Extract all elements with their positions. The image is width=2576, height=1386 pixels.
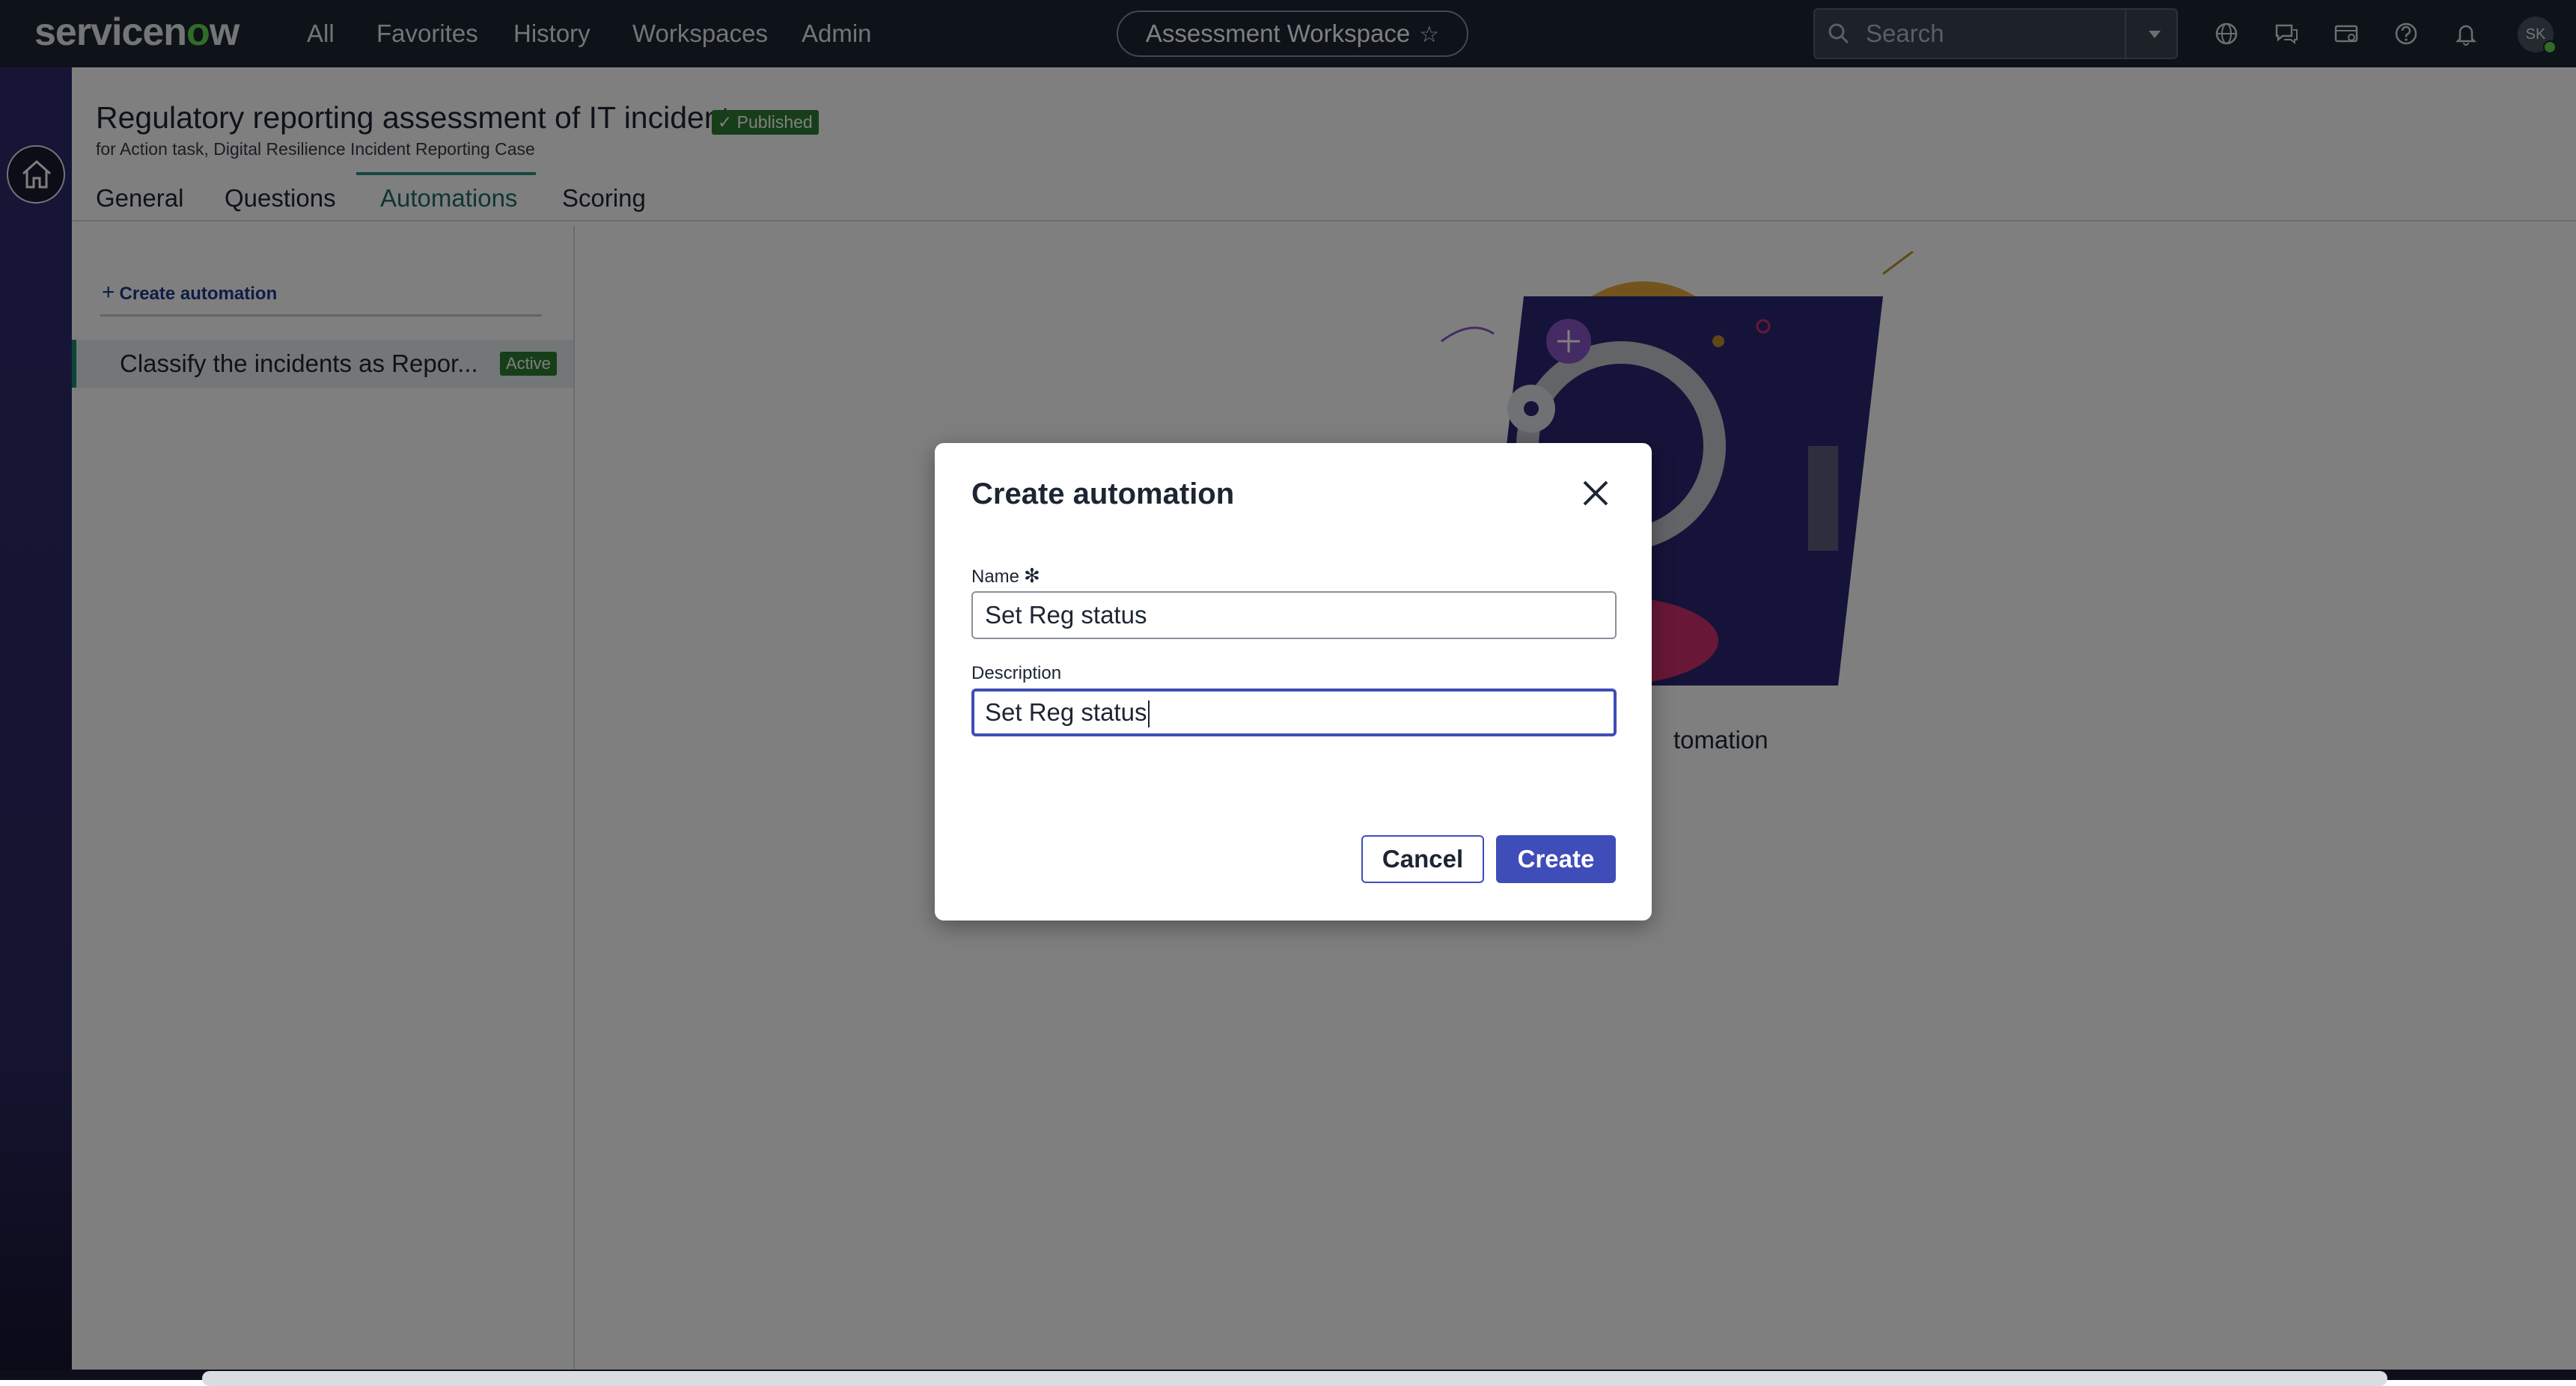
text-caret: [1148, 700, 1150, 728]
create-button[interactable]: Create: [1496, 835, 1616, 883]
horizontal-scrollbar[interactable]: [202, 1371, 2387, 1386]
required-asterisk-icon: ✻: [1024, 564, 1040, 587]
cancel-button[interactable]: Cancel: [1361, 835, 1484, 883]
name-label: Name ✻: [971, 564, 1040, 587]
bottom-edge: [0, 1370, 2576, 1386]
description-field[interactable]: Set Reg status: [971, 689, 1617, 736]
dialog-title: Create automation: [971, 477, 1235, 510]
description-label: Description: [971, 663, 1062, 683]
close-icon[interactable]: [1577, 474, 1614, 512]
create-automation-dialog: Create automation Name ✻ Set Reg status D…: [935, 443, 1652, 921]
name-field[interactable]: Set Reg status: [971, 591, 1617, 639]
